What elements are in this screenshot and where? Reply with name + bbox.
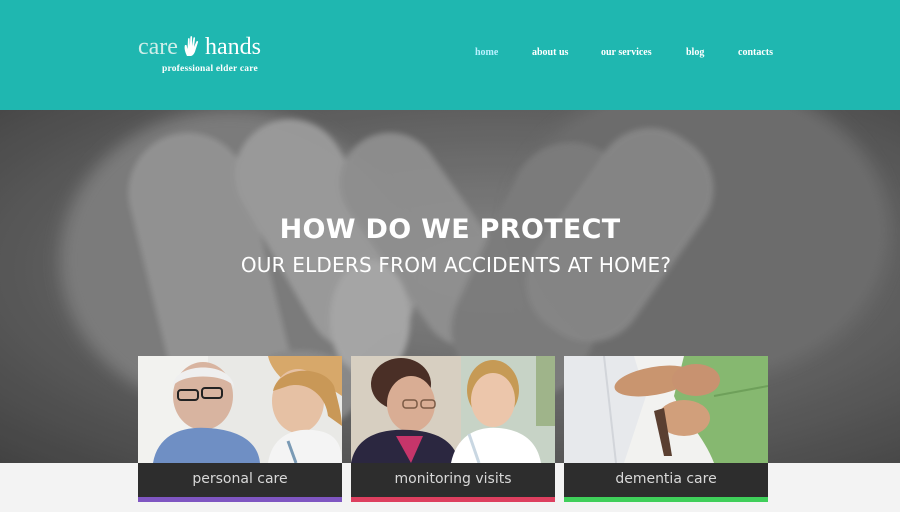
nav-item-blog[interactable]: blog bbox=[686, 47, 704, 58]
service-accent-bar bbox=[351, 497, 555, 502]
personal-care-photo bbox=[138, 356, 342, 463]
logo-wordmark: care hands bbox=[138, 33, 261, 61]
service-accent-bar bbox=[564, 497, 768, 502]
logo-word-hands: hands bbox=[204, 34, 261, 60]
nav-item-contacts[interactable]: contacts bbox=[738, 47, 773, 58]
service-card-label: personal care bbox=[138, 463, 342, 498]
nav-item-our-services[interactable]: our services bbox=[601, 47, 652, 58]
logo-word-care: care bbox=[138, 34, 178, 60]
service-card-personal-care[interactable]: personal care bbox=[138, 356, 342, 502]
hand-icon bbox=[184, 36, 199, 56]
service-accent-bar bbox=[138, 497, 342, 502]
hero-subtitle: OUR ELDERS FROM ACCIDENTS AT HOME? bbox=[240, 253, 672, 277]
nav-item-home[interactable]: home bbox=[475, 47, 498, 58]
service-card-label: dementia care bbox=[564, 463, 768, 498]
site-header: care hands professional elder care home … bbox=[0, 0, 900, 110]
brand-tagline: professional elder care bbox=[162, 64, 258, 74]
service-card-monitoring-visits[interactable]: monitoring visits bbox=[351, 356, 555, 502]
service-card-dementia-care[interactable]: dementia care bbox=[564, 356, 768, 502]
dementia-care-photo bbox=[564, 356, 768, 463]
nav-item-about-us[interactable]: about us bbox=[532, 47, 568, 58]
monitoring-visits-photo bbox=[351, 356, 555, 463]
brand-logo[interactable]: care hands professional elder care bbox=[138, 33, 288, 78]
hero-title: HOW DO WE PROTECT bbox=[279, 214, 621, 245]
service-card-label: monitoring visits bbox=[351, 463, 555, 498]
